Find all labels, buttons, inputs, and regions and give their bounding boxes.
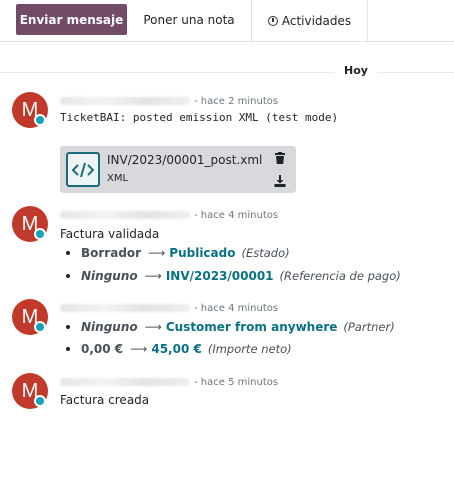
message-time: - hace 5 minutos xyxy=(194,376,279,388)
tracking-new-value: Publicado xyxy=(169,246,236,260)
online-status-icon xyxy=(34,321,46,333)
arrow-right-icon: ⟶ xyxy=(130,342,148,356)
bullet xyxy=(66,325,70,329)
author-name-redacted xyxy=(60,211,190,219)
tracking-field-name: (Importe neto) xyxy=(207,342,292,356)
date-separator: Hoy xyxy=(0,64,454,80)
author-name-redacted xyxy=(60,304,190,312)
attachment-type: XML xyxy=(107,173,129,184)
activities-button[interactable]: Actividades xyxy=(251,0,368,42)
message-header: - hace 4 minutos xyxy=(60,208,278,222)
message-header: - hace 4 minutos xyxy=(60,301,278,315)
avatar[interactable]: M xyxy=(12,299,48,335)
message-header: - hace 2 minutos xyxy=(60,94,278,108)
online-status-icon xyxy=(34,228,46,240)
online-status-icon xyxy=(34,395,46,407)
author-name-redacted xyxy=(60,97,190,105)
bullet xyxy=(66,251,70,255)
message-time: - hace 2 minutos xyxy=(194,95,279,107)
message-body: TicketBAI: posted emission XML (test mod… xyxy=(60,111,339,124)
tabbar-divider xyxy=(0,41,454,42)
arrow-right-icon: ⟶ xyxy=(144,320,162,334)
tracking-new-value: Customer from anywhere xyxy=(165,320,338,334)
attachment-card[interactable]: INV/2023/00001_post.xml XML xyxy=(60,146,296,193)
message-header: - hace 5 minutos xyxy=(60,375,278,389)
tracking-old-value: 0,00 € xyxy=(81,342,124,356)
tracking-value-row: 0,00 € ⟶ 45,00 € (Importe neto) xyxy=(66,342,292,356)
date-separator-label: Hoy xyxy=(344,64,368,77)
date-separator-line-left xyxy=(0,72,334,73)
message-item: M - hace 4 minutos Factura validada Borr… xyxy=(0,202,454,292)
tracking-value-row: Ninguno ⟶ INV/2023/00001 (Referencia de … xyxy=(66,269,401,283)
bullet xyxy=(66,274,70,278)
log-note-button[interactable]: Poner una nota xyxy=(127,4,251,35)
tracking-old-value: Ninguno xyxy=(81,269,138,283)
online-status-icon xyxy=(34,114,46,126)
tracking-value-row: Ninguno ⟶ Customer from anywhere (Partne… xyxy=(66,320,395,334)
message-item: M - hace 5 minutos Factura creada xyxy=(0,369,454,419)
attachment-name: INV/2023/00001_post.xml xyxy=(107,153,263,167)
code-file-icon xyxy=(66,152,100,187)
message-item: M - hace 4 minutos Ninguno ⟶ Customer fr… xyxy=(0,295,454,365)
tracking-new-value: 45,00 € xyxy=(151,342,202,356)
tracking-old-value: Borrador xyxy=(81,246,142,260)
arrow-right-icon: ⟶ xyxy=(148,246,166,260)
tracking-field-name: (Referencia de pago) xyxy=(279,269,401,283)
tracking-field-name: (Partner) xyxy=(343,320,395,334)
avatar[interactable]: M xyxy=(12,92,48,128)
message-body: Factura creada xyxy=(60,393,150,407)
message-body: Factura validada xyxy=(60,227,160,241)
send-message-button[interactable]: Enviar mensaje xyxy=(16,4,127,35)
download-icon[interactable] xyxy=(274,175,286,187)
chatter-topbar: Enviar mensaje Poner una nota Actividade… xyxy=(0,0,454,42)
activities-label: Actividades xyxy=(281,14,352,28)
avatar[interactable]: M xyxy=(12,206,48,242)
author-name-redacted xyxy=(60,378,190,386)
clock-icon xyxy=(267,16,278,26)
tracking-old-value: Ninguno xyxy=(81,320,138,334)
message-time: - hace 4 minutos xyxy=(194,302,279,314)
bullet xyxy=(66,347,70,351)
tracking-new-value: INV/2023/00001 xyxy=(165,269,274,283)
date-separator-line-right xyxy=(378,72,454,73)
message-time: - hace 4 minutos xyxy=(194,209,279,221)
tracking-field-name: (Estado) xyxy=(241,246,290,260)
avatar[interactable]: M xyxy=(12,373,48,409)
arrow-right-icon: ⟶ xyxy=(144,269,162,283)
tracking-value-row: Borrador ⟶ Publicado (Estado) xyxy=(66,246,290,260)
trash-icon[interactable] xyxy=(274,152,286,164)
